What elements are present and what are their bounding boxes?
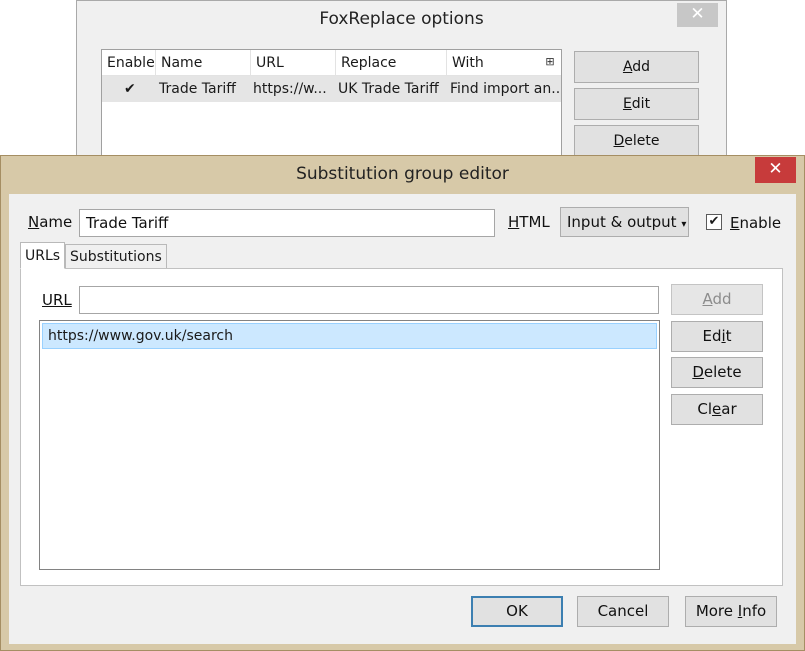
urls-tab-panel: URL https://www.gov.uk/search Add Edit D… — [20, 268, 783, 586]
enabled-check-icon: ✔ — [124, 81, 136, 97]
label-pre: Ed — [702, 327, 722, 345]
edit-button[interactable]: Edit — [574, 88, 699, 120]
window-title: FoxReplace options — [319, 9, 484, 29]
substitution-group-editor-dialog: Substitution group editor ✕ Name Trade T… — [0, 155, 805, 651]
mnemonic: URL — [42, 291, 72, 309]
html-label: HTML — [508, 213, 550, 231]
url-input[interactable] — [79, 286, 659, 314]
table-row[interactable]: ✔ Trade Tariff https://w... UK Trade Tar… — [102, 76, 561, 102]
mnemonic: A — [622, 59, 633, 75]
mnemonic: A — [702, 290, 713, 308]
label-rest: t — [725, 327, 732, 345]
url-list[interactable]: https://www.gov.uk/search — [39, 320, 660, 570]
add-button[interactable]: Add — [574, 51, 699, 83]
substitution-groups-table[interactable]: Enable Name URL Replace With ⊞ ✔ Trade T… — [101, 49, 562, 169]
close-icon[interactable]: ✕ — [677, 3, 718, 27]
dialog-title: Substitution group editor — [296, 164, 509, 184]
table-header: Enable Name URL Replace With ⊞ — [102, 50, 561, 76]
label-pre: More — [695, 602, 738, 620]
mnemonic: H — [508, 213, 520, 231]
label-rest: ame — [39, 213, 73, 231]
column-header-replace[interactable]: Replace — [336, 50, 447, 76]
edit-url-button[interactable]: Edit — [671, 321, 763, 352]
column-picker-icon[interactable]: ⊞ — [543, 55, 557, 69]
html-mode-select[interactable]: Input & output ▾ — [560, 207, 689, 237]
tab-substitutions[interactable]: Substitutions — [65, 244, 167, 269]
mnemonic: e — [712, 400, 722, 418]
delete-button[interactable]: Delete — [574, 125, 699, 157]
clear-urls-button[interactable]: Clear — [671, 394, 763, 425]
label-pre: Cl — [697, 400, 713, 418]
mnemonic: E — [622, 96, 632, 112]
label-rest: dit — [631, 96, 651, 112]
mnemonic: D — [692, 363, 704, 381]
row-url: https://w... — [253, 81, 327, 97]
title-bar: FoxReplace options ✕ — [77, 1, 726, 39]
label-rest: elete — [703, 363, 742, 381]
label-rest: nable — [739, 214, 782, 232]
column-header-enable[interactable]: Enable — [102, 50, 156, 76]
title-bar: Substitution group editor ✕ — [1, 156, 804, 194]
mnemonic: N — [28, 213, 40, 231]
column-header-name[interactable]: Name — [156, 50, 251, 76]
add-url-button[interactable]: Add — [671, 284, 763, 315]
close-icon[interactable]: ✕ — [755, 157, 796, 183]
row-with: Find import an... — [450, 81, 561, 97]
foxreplace-options-window: FoxReplace options ✕ Enable Name URL Rep… — [76, 0, 727, 175]
delete-url-button[interactable]: Delete — [671, 357, 763, 388]
row-replace: UK Trade Tariff — [338, 81, 439, 97]
label-rest: ar — [721, 400, 737, 418]
enable-label: Enable — [730, 214, 781, 232]
name-label: Name — [28, 213, 72, 231]
dropdown-arrow-icon: ▾ — [681, 219, 687, 230]
row-name: Trade Tariff — [159, 81, 236, 97]
cancel-button[interactable]: Cancel — [577, 596, 669, 627]
label-rest: dd — [632, 59, 651, 75]
label-rest: TML — [519, 213, 550, 231]
list-item[interactable]: https://www.gov.uk/search — [42, 323, 657, 349]
ok-button[interactable]: OK — [471, 596, 563, 627]
enable-checkbox[interactable]: ✔ — [706, 214, 722, 230]
more-info-button[interactable]: More Info — [685, 596, 777, 627]
name-input[interactable]: Trade Tariff — [79, 209, 495, 237]
tab-urls[interactable]: URLs — [20, 242, 66, 269]
selected-value: Input & output — [567, 213, 677, 231]
dialog-body: Name Trade Tariff HTML Input & output ▾ … — [9, 194, 796, 644]
column-header-url[interactable]: URL — [251, 50, 336, 76]
label-rest: elete — [624, 133, 660, 149]
column-header-with[interactable]: With — [447, 50, 543, 76]
url-label: URL — [42, 291, 72, 309]
mnemonic: D — [613, 133, 625, 149]
label-rest: dd — [712, 290, 732, 308]
label-rest: nfo — [742, 602, 767, 620]
